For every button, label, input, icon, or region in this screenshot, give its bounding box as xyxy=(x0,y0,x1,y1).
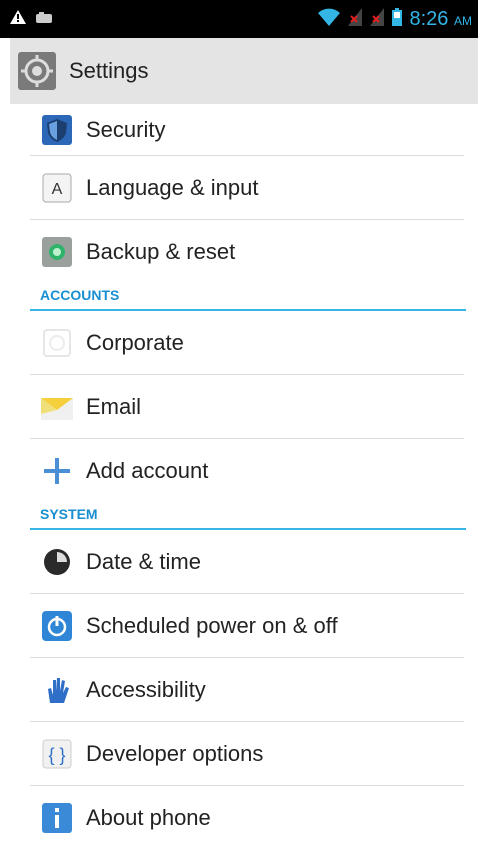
svg-text:{ }: { } xyxy=(48,745,65,765)
section-header-system: SYSTEM xyxy=(0,503,478,530)
backup-reset-icon xyxy=(40,235,74,269)
settings-item-label: Language & input xyxy=(86,175,259,200)
developer-braces-icon: { } xyxy=(40,737,74,771)
settings-gear-icon[interactable] xyxy=(17,51,57,91)
corporate-icon xyxy=(40,326,74,360)
battery-icon xyxy=(391,8,402,31)
settings-item-language[interactable]: A Language & input xyxy=(0,156,478,220)
power-schedule-icon xyxy=(40,609,74,643)
section-title: ACCOUNTS xyxy=(40,287,120,303)
settings-item-label: Developer options xyxy=(86,741,264,766)
page-title: Settings xyxy=(69,58,149,83)
svg-text:A: A xyxy=(52,181,63,198)
wifi-icon xyxy=(317,8,340,31)
warning-icon xyxy=(10,10,26,29)
settings-item-scheduled-power[interactable]: Scheduled power on & off xyxy=(0,594,478,658)
section-header-accounts: ACCOUNTS xyxy=(0,284,478,311)
settings-item-label: Accessibility xyxy=(86,677,206,702)
section-title: SYSTEM xyxy=(40,506,98,522)
settings-item-about[interactable]: About phone xyxy=(0,786,478,850)
settings-item-developer[interactable]: { } Developer options xyxy=(0,722,478,786)
settings-item-label: Date & time xyxy=(86,549,201,574)
notification-icon xyxy=(36,11,52,29)
add-plus-icon xyxy=(40,454,74,488)
signal-2-off-icon xyxy=(369,8,384,31)
status-time: 8:26 AM xyxy=(409,8,473,30)
settings-item-security[interactable]: Security xyxy=(0,104,478,156)
settings-item-add-account[interactable]: Add account xyxy=(0,439,478,503)
language-a-icon: A xyxy=(40,171,74,205)
settings-item-label: Security xyxy=(86,117,166,142)
settings-item-email[interactable]: Email xyxy=(0,375,478,439)
settings-item-label: Email xyxy=(86,394,142,419)
settings-item-accessibility[interactable]: Accessibility xyxy=(0,658,478,722)
settings-item-backup[interactable]: Backup & reset xyxy=(0,220,478,284)
action-bar: Settings xyxy=(10,38,478,104)
settings-item-date-time[interactable]: Date & time xyxy=(0,530,478,594)
settings-item-label: Corporate xyxy=(86,330,184,355)
clock-icon xyxy=(40,545,74,579)
accessibility-hand-icon xyxy=(40,673,74,707)
settings-item-label: Scheduled power on & off xyxy=(86,613,338,638)
security-shield-icon xyxy=(40,113,74,147)
status-bar: 8:26 AM xyxy=(0,0,478,38)
settings-item-label: Add account xyxy=(86,458,209,483)
signal-1-off-icon xyxy=(347,8,362,31)
settings-item-label: About phone xyxy=(86,805,211,830)
email-envelope-icon xyxy=(40,390,74,424)
settings-list: Security A Language & input Backup & res… xyxy=(0,104,478,850)
settings-item-corporate[interactable]: Corporate xyxy=(0,311,478,375)
info-icon xyxy=(40,801,74,835)
settings-item-label: Backup & reset xyxy=(86,239,236,264)
